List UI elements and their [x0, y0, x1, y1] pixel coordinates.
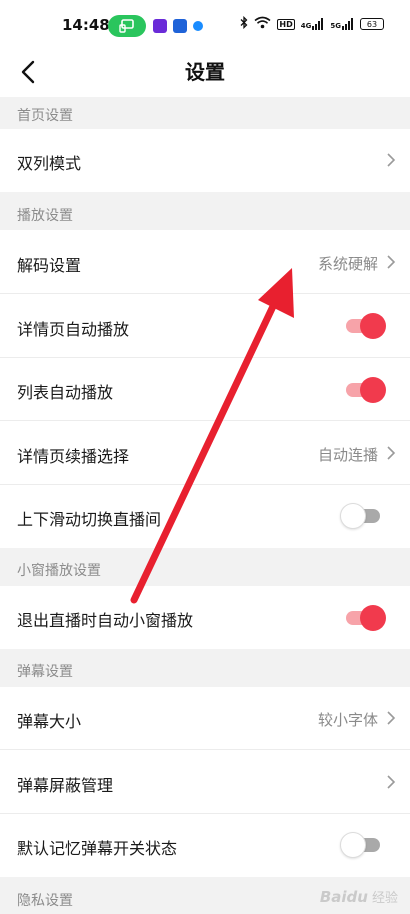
app-notification-icon	[153, 19, 167, 33]
toggle-knob	[360, 605, 386, 631]
list-autoplay-toggle[interactable]	[346, 377, 386, 403]
status-time: 14:48	[62, 16, 110, 34]
chevron-right-icon	[387, 153, 396, 167]
screen-cast-icon	[108, 15, 146, 37]
signal-4g-icon: 4G	[301, 18, 325, 30]
setting-row-auto-miniwindow: 退出直播时自动小窗播放	[0, 586, 410, 649]
signal-5g-icon: 5G	[330, 18, 354, 30]
status-indicators: HD 4G 5G 63	[240, 15, 384, 32]
setting-label: 上下滑动切换直播间	[17, 510, 162, 529]
section-header-danmaku: 弹幕设置	[0, 649, 410, 687]
wifi-icon	[254, 16, 271, 32]
section-title: 首页设置	[17, 108, 73, 124]
section-title: 小窗播放设置	[17, 563, 101, 579]
setting-row-danmaku-memory: 默认记忆弹幕开关状态	[0, 814, 410, 877]
nav-bar: 设置	[0, 52, 410, 97]
watermark-logo: Baidu	[319, 887, 368, 906]
app-notification-icon	[173, 19, 187, 33]
toggle-knob	[360, 313, 386, 339]
danmaku-memory-toggle[interactable]	[340, 832, 380, 858]
setting-label: 弹幕屏蔽管理	[17, 776, 114, 795]
setting-label: 详情页自动播放	[17, 320, 130, 339]
status-bar: 14:48 HD 4G 5G 63	[0, 0, 410, 52]
setting-row-list-autoplay: 列表自动播放	[0, 358, 410, 421]
setting-row-danmaku-size[interactable]: 弹幕大小 较小字体	[0, 687, 410, 750]
chevron-right-icon	[387, 711, 396, 725]
detail-autoplay-toggle[interactable]	[346, 313, 386, 339]
setting-value: 较小字体	[317, 711, 378, 729]
chevron-right-icon	[387, 446, 396, 460]
setting-value: 系统硬解	[317, 255, 378, 273]
section-header-playback: 播放设置	[0, 192, 410, 230]
setting-label: 双列模式	[17, 154, 82, 173]
watermark-text: 经验	[371, 891, 398, 906]
setting-label: 解码设置	[17, 256, 82, 275]
section-header-miniwindow: 小窗播放设置	[0, 548, 410, 586]
section-title: 弹幕设置	[17, 664, 73, 680]
toggle-knob	[360, 377, 386, 403]
setting-value: 自动连播	[317, 446, 378, 464]
page-title: 设置	[185, 60, 225, 84]
setting-label: 退出直播时自动小窗播放	[17, 611, 194, 630]
battery-icon: 63	[360, 18, 384, 30]
setting-row-dual-column[interactable]: 双列模式	[0, 129, 410, 192]
hd-icon: HD	[277, 18, 295, 30]
baidu-jingyan-watermark: Baidu 经验	[319, 887, 398, 907]
setting-label: 弹幕大小	[17, 712, 82, 731]
section-title: 播放设置	[17, 208, 73, 224]
setting-row-danmaku-block[interactable]: 弹幕屏蔽管理	[0, 750, 410, 814]
section-header-home: 首页设置	[0, 97, 410, 129]
auto-miniwindow-toggle[interactable]	[346, 605, 386, 631]
chevron-right-icon	[387, 775, 396, 789]
network-type-label: 4G	[300, 22, 312, 30]
settings-page: 14:48 HD 4G 5G 63 设置 首页设置 双列模式 播放设置 解码设置…	[0, 0, 410, 914]
setting-row-continue-play[interactable]: 详情页续播选择 自动连播	[0, 421, 410, 485]
chevron-right-icon	[387, 255, 396, 269]
setting-label: 列表自动播放	[17, 383, 114, 402]
network-type-label: 5G	[330, 22, 341, 30]
bluetooth-icon	[240, 15, 248, 32]
app-notification-icon	[193, 21, 203, 31]
toggle-knob	[340, 503, 366, 529]
setting-label: 详情页续播选择	[17, 447, 130, 466]
toggle-knob	[340, 832, 366, 858]
section-title: 隐私设置	[17, 893, 73, 909]
swipe-live-toggle[interactable]	[340, 503, 380, 529]
setting-row-swipe-live: 上下滑动切换直播间	[0, 485, 410, 548]
setting-row-decode[interactable]: 解码设置 系统硬解	[0, 230, 410, 294]
setting-label: 默认记忆弹幕开关状态	[17, 839, 178, 858]
setting-row-detail-autoplay: 详情页自动播放	[0, 294, 410, 358]
battery-level: 63	[366, 19, 378, 29]
